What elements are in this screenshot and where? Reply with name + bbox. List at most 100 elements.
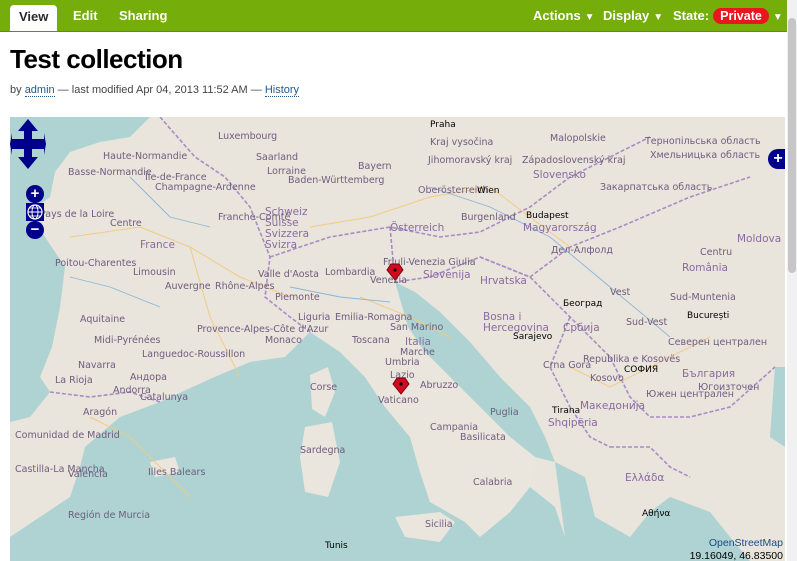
map-label: Piemonte (275, 292, 320, 303)
map-label: Kosovo (590, 373, 624, 384)
map-label: Ελλάδα (625, 472, 665, 484)
map-label: Закарпатська область (600, 182, 713, 193)
map-label: СОФИЯ (624, 365, 659, 375)
actions-menu[interactable]: Actions ▼ (533, 5, 595, 26)
chevron-down-icon: ▼ (584, 12, 595, 23)
map-label: Slovenija (423, 269, 471, 281)
map-label: Provence-Alpes-Côte d'Azur (197, 324, 329, 335)
author-link[interactable]: admin (24, 84, 55, 97)
map-label: France (140, 239, 175, 251)
map-label: Magyarország (523, 222, 597, 234)
map-label: Македонија (580, 400, 646, 412)
map-label: Хмельницька область (650, 150, 761, 161)
map-label: Monaco (265, 335, 302, 346)
map-label: Sud-Vest (626, 317, 668, 328)
map-label: Rhône-Alpes (215, 281, 275, 292)
black-sea (770, 367, 785, 447)
map-label: Burgenland (461, 212, 516, 223)
modified-date: — last modified Apr 04, 2013 11:52 AM — (57, 84, 262, 96)
map-label: Vaticano (378, 395, 419, 406)
map-viewport[interactable]: Praha Luxembourg Saarland Haute-Normandi… (10, 117, 785, 561)
map-label: Champagne-Ardenne (155, 182, 256, 193)
history-link[interactable]: History (264, 84, 300, 97)
map-label: Saarland (256, 152, 299, 163)
marker-venezia[interactable] (386, 263, 404, 281)
map-label: Baden-Württemberg (288, 175, 385, 186)
map-label: Abruzzo (420, 380, 459, 391)
page-scrollbar-thumb[interactable] (788, 18, 796, 273)
map-label: Vest (610, 287, 631, 298)
map-label: Corse (310, 382, 338, 393)
map-label: București (687, 311, 730, 321)
globe-icon[interactable] (26, 203, 44, 221)
map-label: Región de Murcia (68, 510, 151, 521)
page-title: Test collection (10, 44, 183, 74)
map-label: Tunis (325, 541, 348, 551)
map-label: Αθήνα (642, 509, 671, 519)
zoom-in-button[interactable]: + (26, 185, 44, 203)
content-toolbar: View Edit Sharing Actions ▼ Display ▼ Stat… (0, 0, 787, 32)
map-label: Sarajevo (513, 332, 553, 342)
marker-roma[interactable] (392, 377, 410, 395)
map-label: Shqipëria (548, 417, 598, 429)
map-label: Haute-Normandie (103, 151, 188, 162)
map-label: Schweiz Suisse Svizzera Svizra (265, 206, 310, 251)
map-label: Bosna i Hercegovina (483, 311, 549, 334)
map-label: Дел-Алфолд (551, 245, 613, 256)
map-label: Luxembourg (218, 131, 278, 142)
chevron-down-icon: ▼ (653, 12, 664, 23)
map-label: Budapest (526, 211, 569, 221)
map-label: Catalunya (140, 392, 189, 403)
map-label: Slovensko (533, 169, 586, 181)
map-label: Aquitaine (80, 314, 126, 325)
map-label: Bayern (358, 161, 392, 172)
layer-switcher-button[interactable]: + (768, 149, 785, 169)
byline: by admin — last modified Apr 04, 2013 11… (10, 84, 300, 97)
map-label: Toscana (352, 335, 390, 346)
map-label: Západoslovenský kraj (522, 155, 626, 166)
channel-sea (32, 117, 150, 172)
map-label: Puglia (490, 407, 519, 418)
map-label: Calabria (473, 477, 513, 488)
map-label: La Rioja (55, 375, 93, 386)
map-label: Valencia (68, 469, 108, 480)
map-label: Wien (477, 186, 500, 196)
map-label: Umbria (385, 357, 420, 368)
map-label: Navarra (78, 360, 116, 371)
map-label: Београд (563, 299, 603, 309)
map-label: Basse-Normandie (68, 167, 152, 178)
pan-arrows-icon[interactable] (10, 117, 46, 171)
map-label: Aragón (83, 407, 118, 418)
zoom-out-button[interactable]: − (26, 221, 44, 239)
map-label: Северен централен (668, 337, 768, 348)
state-menu[interactable]: State: Private ▼ (673, 5, 783, 26)
map-label: Jihomoravský kraj (428, 155, 513, 166)
tab-edit[interactable]: Edit (73, 5, 98, 26)
mouse-coordinates: 19.16049, 46.83500 (689, 550, 783, 561)
map-label: Pays de la Loire (40, 209, 115, 220)
chevron-down-icon: ▼ (772, 12, 783, 23)
map-label: Centre (110, 218, 142, 229)
map-label: Midi-Pyrénées (94, 335, 161, 346)
map-label: Malopolskie (550, 133, 606, 144)
map-label: Illes Balears (148, 467, 206, 478)
map-label: Андора (130, 372, 167, 383)
tab-sharing[interactable]: Sharing (119, 5, 167, 26)
actions-menu-label: Actions (533, 8, 581, 23)
map-label: Österreich (390, 222, 445, 234)
state-badge: Private (713, 8, 769, 24)
tab-view[interactable]: View (10, 5, 58, 31)
map-label: Basilicata (460, 432, 506, 443)
map-label: Србија (563, 322, 600, 334)
map-label: Centru (700, 247, 733, 258)
map-label: България (682, 368, 736, 380)
map-label: Тернопільська область (645, 136, 761, 147)
map-label: Югоизточен (698, 382, 760, 393)
map-label: Sicilia (425, 519, 453, 530)
map-label: Auvergne (165, 281, 211, 292)
map-attribution[interactable]: OpenStreetMap (709, 537, 783, 549)
map-label: Limousin (133, 267, 176, 278)
map-label: Moldova (737, 233, 782, 245)
map-label: Lombardia (325, 267, 376, 278)
display-menu[interactable]: Display ▼ (603, 5, 663, 26)
